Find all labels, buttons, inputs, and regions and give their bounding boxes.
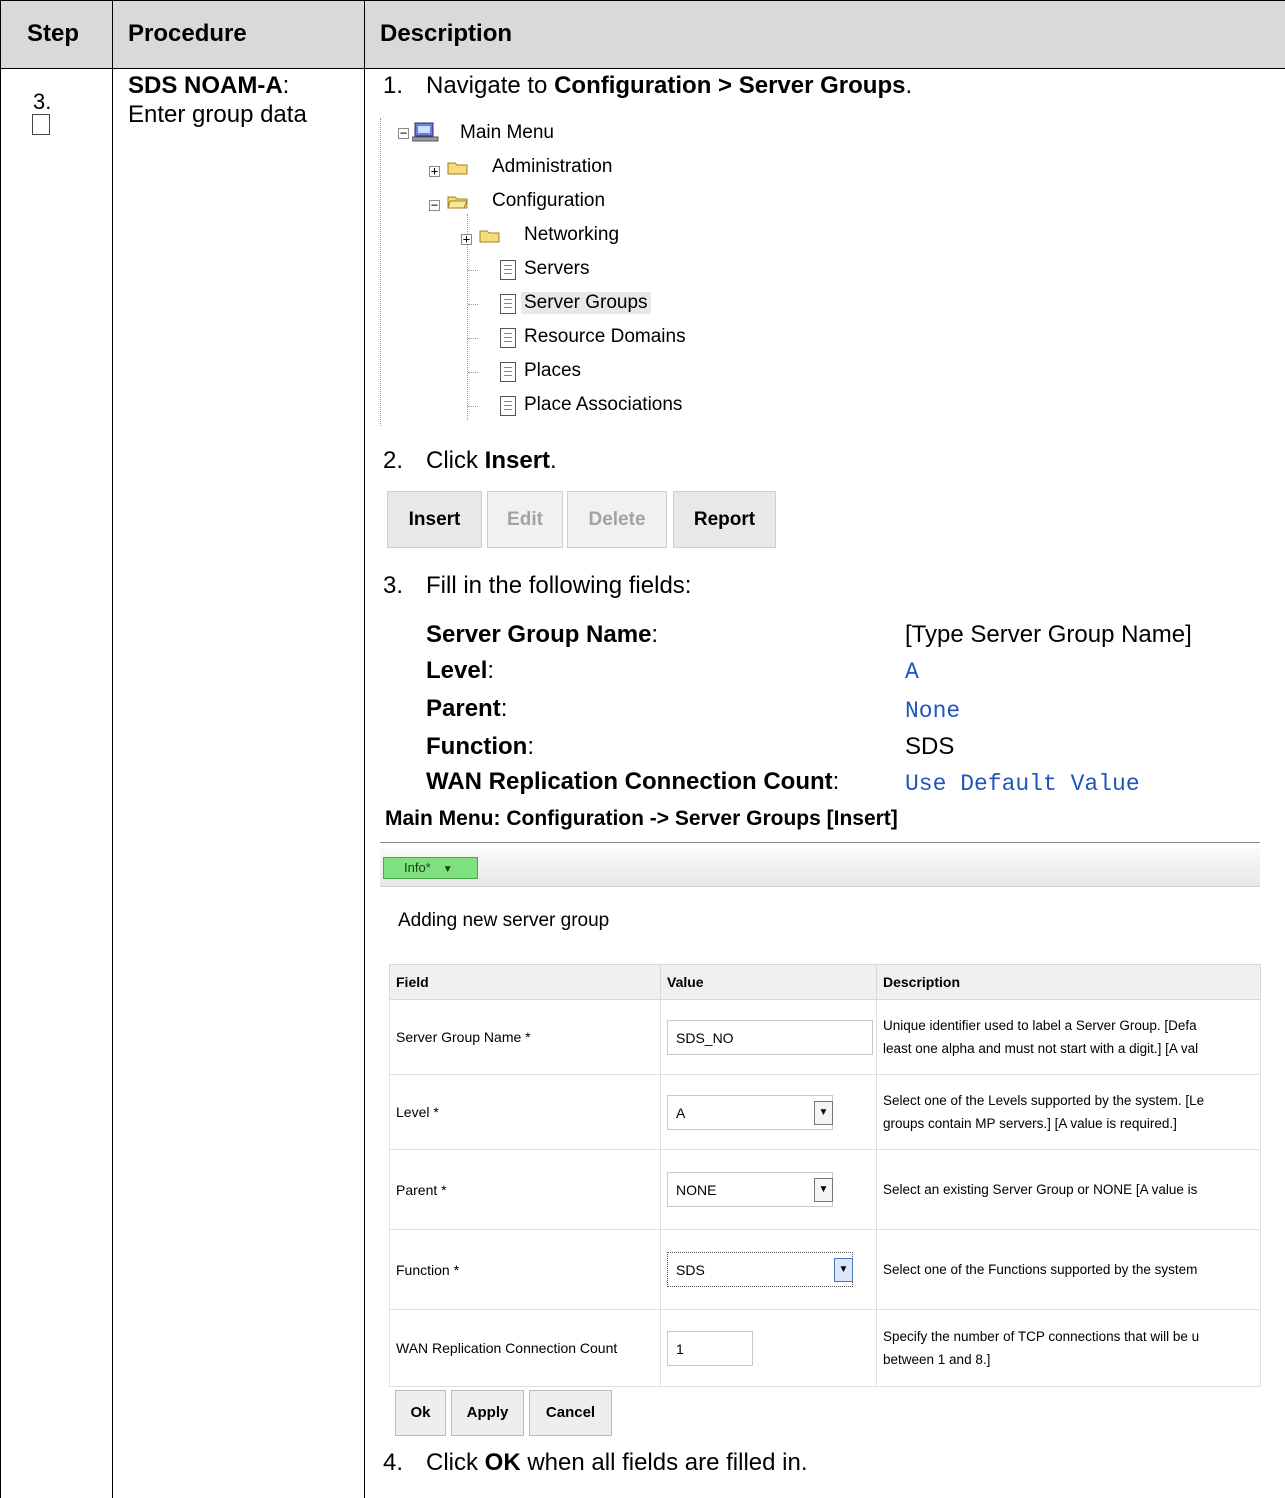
page-icon [500, 396, 516, 416]
field-description: Select one of the Levels supported by th… [876, 1074, 1261, 1150]
step-4-text: Click OK when all fields are filled in. [426, 1449, 808, 1476]
field-value: [Type Server Group Name] [905, 621, 1192, 648]
field-name: Parent * [389, 1149, 661, 1230]
function-select[interactable]: SDS ▼ [667, 1252, 853, 1287]
wan-replication-count-input[interactable]: 1 [667, 1330, 753, 1366]
tree-item-networking[interactable]: Networking [524, 224, 619, 246]
form-table: Field Value Description Server Group Nam… [389, 964, 1261, 1387]
step-4-number: 4. [383, 1449, 404, 1476]
tree-guide [468, 406, 478, 407]
tree-item-administration[interactable]: Administration [492, 156, 612, 178]
table-row: Parent * NONE ▼ Select an existing Server… [389, 1149, 1261, 1230]
field-name: Server Group Name * [389, 999, 661, 1075]
tree-guide [468, 270, 478, 271]
column-header-description: Description [380, 20, 513, 47]
report-button[interactable]: Report [673, 491, 776, 548]
field-label: Parent: [426, 695, 508, 722]
step-2-text: Click Insert. [426, 447, 557, 474]
computer-icon [412, 122, 439, 142]
tree-guide [468, 372, 478, 373]
step-number: 3. [33, 89, 52, 114]
divider [0, 0, 1285, 1]
expand-icon[interactable]: + [461, 233, 472, 245]
column-header-procedure: Procedure [128, 20, 247, 47]
tree-item-main-menu[interactable]: Main Menu [460, 122, 554, 144]
collapse-icon[interactable]: − [398, 127, 409, 139]
level-select[interactable]: A ▼ [667, 1094, 833, 1130]
divider [112, 0, 113, 1498]
dropdown-arrow-icon: ▼ [814, 1100, 833, 1125]
tree-guide [380, 118, 381, 426]
field-value: Use Default Value [905, 771, 1140, 797]
table-row: Server Group Name * SDS_NO Unique identi… [389, 999, 1261, 1075]
table-row: WAN Replication Connection Count 1 Speci… [389, 1309, 1261, 1387]
info-label: Info* [404, 860, 431, 875]
server-group-name-input[interactable]: SDS_NO [667, 1019, 873, 1055]
tree-guide [468, 304, 478, 305]
column-header-value: Value [660, 964, 877, 1000]
folder-icon [479, 230, 500, 243]
field-description: Select an existing Server Group or NONE … [876, 1149, 1261, 1230]
procedure-title: SDS NOAM-A: [128, 72, 290, 99]
form-title: Main Menu: Configuration -> Server Group… [385, 807, 898, 830]
procedure-subtitle: Enter group data [128, 101, 307, 128]
step-3-text: Fill in the following fields: [426, 572, 692, 599]
table-row: Function * SDS ▼ Select one of the Functi… [389, 1229, 1261, 1310]
field-description: Unique identifier used to label a Server… [876, 999, 1261, 1075]
divider [380, 842, 1260, 843]
ok-button[interactable]: Ok [395, 1390, 446, 1436]
collapse-icon[interactable]: − [429, 199, 440, 211]
apply-button[interactable]: Apply [451, 1390, 524, 1436]
tree-item-servers[interactable]: Servers [524, 258, 589, 280]
field-label: Level: [426, 657, 495, 684]
field-name: WAN Replication Connection Count [389, 1309, 661, 1387]
field-name: Level * [389, 1074, 661, 1150]
tree-guide [468, 338, 478, 339]
field-value: SDS [905, 733, 955, 760]
info-dropdown[interactable]: Info* ▼ [383, 857, 478, 879]
delete-button[interactable]: Delete [567, 491, 667, 548]
step-1-text: Navigate to Configuration > Server Group… [426, 72, 913, 99]
page-icon [500, 294, 516, 314]
step-3-number: 3. [383, 572, 404, 599]
step-2-number: 2. [383, 447, 404, 474]
divider [0, 68, 1285, 69]
page-icon [500, 328, 516, 348]
divider [0, 0, 1, 1498]
tree-item-places[interactable]: Places [524, 360, 581, 382]
step-checkbox[interactable] [32, 114, 50, 135]
edit-button[interactable]: Edit [487, 491, 563, 548]
field-label: Function: [426, 733, 534, 760]
dropdown-arrow-icon: ▼ [442, 864, 453, 875]
tree-item-configuration[interactable]: Configuration [492, 190, 605, 212]
field-value: A [905, 659, 919, 685]
field-value: None [905, 698, 961, 724]
field-label: WAN Replication Connection Count: [426, 768, 840, 795]
dropdown-arrow-icon: ▼ [834, 1258, 853, 1282]
tree-item-resource-domains[interactable]: Resource Domains [524, 326, 686, 348]
field-name: Function * [389, 1229, 661, 1310]
insert-button[interactable]: Insert [387, 491, 482, 548]
tree-item-place-associations[interactable]: Place Associations [524, 394, 682, 416]
column-header-description: Description [876, 964, 1261, 1000]
field-label: Server Group Name: [426, 621, 659, 648]
page-icon [500, 260, 516, 280]
page-icon [500, 362, 516, 382]
table-row: Level * A ▼ Select one of the Levels supp… [389, 1074, 1261, 1150]
parent-select[interactable]: NONE ▼ [667, 1172, 833, 1207]
folder-icon [447, 162, 468, 175]
field-description: Select one of the Functions supported by… [876, 1229, 1261, 1310]
tree-item-server-groups[interactable]: Server Groups [521, 292, 651, 314]
step-1-number: 1. [383, 72, 404, 99]
column-header-field: Field [389, 964, 661, 1000]
column-header-step: Step [27, 20, 80, 47]
field-description: Specify the number of TCP connections th… [876, 1309, 1261, 1387]
dropdown-arrow-icon: ▼ [814, 1178, 833, 1202]
form-heading: Adding new server group [398, 910, 610, 931]
expand-icon[interactable]: + [429, 165, 440, 177]
info-bar [380, 848, 1260, 887]
cancel-button[interactable]: Cancel [529, 1390, 612, 1436]
open-folder-icon [447, 196, 468, 209]
divider [364, 0, 365, 1498]
